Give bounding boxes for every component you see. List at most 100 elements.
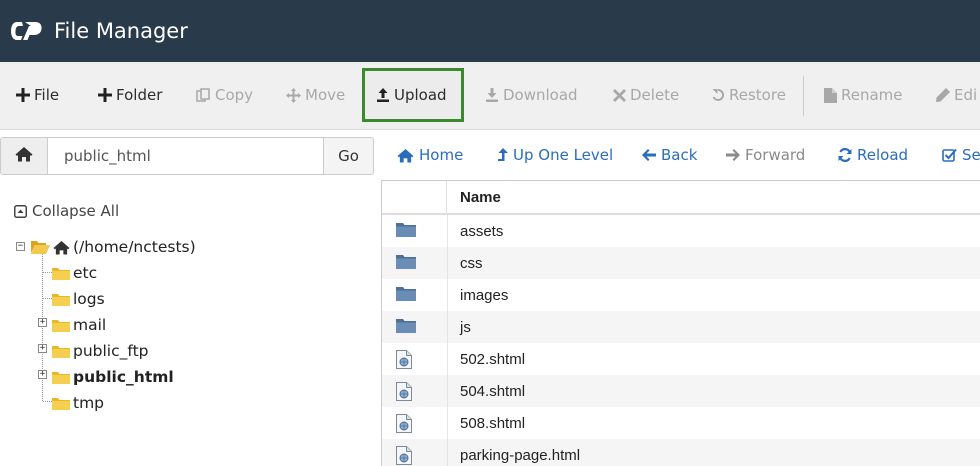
folder-icon (52, 397, 70, 410)
cpanel-logo-icon[interactable] (10, 19, 44, 43)
plus-icon (98, 88, 112, 102)
web-file-icon (396, 350, 412, 369)
name-column-header[interactable]: Name (460, 189, 501, 206)
table-row[interactable]: 508.shtml (382, 407, 980, 439)
tree-item-etc[interactable]: etc (52, 260, 97, 286)
new-folder-label: Folder (116, 86, 163, 104)
table-row[interactable]: 502.shtml (382, 343, 980, 375)
file-name: parking-page.html (460, 447, 581, 464)
checkbox-checked-icon (942, 148, 957, 162)
folder-icon (396, 222, 416, 237)
tree-collapse-toggle[interactable]: − (16, 242, 25, 251)
new-file-button[interactable]: File (16, 78, 59, 112)
copy-icon (196, 87, 211, 103)
web-file-icon (396, 382, 412, 401)
forward-label: Forward (745, 146, 806, 164)
home-icon (15, 146, 33, 167)
back-button[interactable]: Back (642, 146, 697, 164)
table-row[interactable]: css (382, 247, 980, 279)
tree-expand-toggle[interactable]: + (38, 318, 47, 327)
table-row[interactable]: 504.shtml (382, 375, 980, 407)
back-label: Back (661, 146, 698, 164)
toolbar: File Folder Copy Move Upload Download De… (0, 62, 980, 130)
column-divider (447, 407, 448, 439)
file-name: css (460, 255, 483, 272)
tree-item-label: etc (73, 264, 98, 282)
copy-button[interactable]: Copy (196, 78, 253, 112)
upload-button[interactable]: Upload (362, 68, 464, 122)
home-icon (397, 148, 414, 163)
tree-expand-toggle[interactable]: + (38, 344, 47, 353)
collapse-all-label: Collapse All (32, 202, 120, 220)
edit-label: Edi (954, 86, 978, 104)
tree-root[interactable]: (/home/nctests) (31, 234, 196, 260)
tree-expand-toggle[interactable]: + (38, 370, 47, 379)
table-row[interactable]: assets (382, 215, 980, 247)
web-file-icon (396, 414, 412, 433)
folder-icon (52, 345, 70, 358)
tree-item-tmp[interactable]: tmp (52, 390, 104, 416)
arrow-left-icon (642, 149, 656, 161)
path-input[interactable] (47, 137, 324, 175)
upload-icon (376, 88, 390, 102)
new-folder-button[interactable]: Folder (98, 78, 162, 112)
file-name: 508.shtml (460, 415, 526, 432)
file-name: 502.shtml (460, 351, 526, 368)
undo-icon (711, 88, 725, 102)
column-divider (447, 247, 448, 279)
folder-tree: − (/home/nctests) etc logs + mail + publ… (0, 232, 370, 422)
toolbar-divider (803, 76, 804, 116)
tree-item-logs[interactable]: logs (52, 286, 105, 312)
tree-item-public-html[interactable]: public_html (52, 364, 174, 390)
download-label: Download (503, 86, 578, 104)
reload-label: Reload (857, 146, 909, 164)
restore-label: Restore (729, 86, 786, 104)
nav-home-button[interactable]: Home (397, 146, 463, 164)
move-label: Move (305, 86, 346, 104)
reload-button[interactable]: Reload (838, 146, 908, 164)
table-row[interactable]: parking-page.html (382, 439, 980, 466)
web-file-icon (396, 446, 412, 465)
file-name: images (460, 287, 509, 304)
close-x-icon (613, 88, 626, 102)
upload-label: Upload (394, 86, 447, 104)
select-all-button[interactable]: Sel (942, 146, 980, 164)
table-row[interactable]: images (382, 279, 980, 311)
column-divider (447, 279, 448, 311)
folder-icon (396, 318, 416, 333)
rename-button[interactable]: Rename (824, 78, 903, 112)
new-file-label: File (34, 86, 60, 104)
pencil-icon (936, 88, 950, 102)
up-one-level-label: Up One Level (513, 146, 614, 164)
folder-icon (52, 293, 70, 306)
home-icon (53, 240, 70, 255)
tree-item-label: logs (73, 290, 105, 308)
download-button[interactable]: Download (485, 78, 578, 112)
path-home-button[interactable] (0, 137, 48, 175)
up-one-level-button[interactable]: Up One Level (497, 146, 613, 164)
forward-button[interactable]: Forward (726, 146, 805, 164)
table-header: Name (382, 181, 980, 215)
collapse-all-button[interactable]: Collapse All (14, 202, 119, 220)
move-arrows-icon (286, 87, 301, 103)
file-name: assets (460, 223, 504, 240)
column-divider (447, 439, 448, 466)
folder-icon (396, 286, 416, 301)
table-row[interactable]: js (382, 311, 980, 343)
delete-button[interactable]: Delete (613, 78, 679, 112)
tree-item-mail[interactable]: mail (52, 312, 106, 338)
go-button[interactable]: Go (323, 137, 374, 175)
move-button[interactable]: Move (286, 78, 345, 112)
restore-button[interactable]: Restore (711, 78, 786, 112)
file-name: 504.shtml (460, 383, 526, 400)
copy-label: Copy (215, 86, 254, 104)
tree-item-public-ftp[interactable]: public_ftp (52, 338, 149, 364)
nav-home-label: Home (419, 146, 464, 164)
tree-item-label: tmp (73, 394, 105, 412)
tree-connector (43, 272, 52, 273)
edit-button[interactable]: Edi (936, 78, 977, 112)
folder-icon (52, 319, 70, 332)
column-divider (447, 375, 448, 407)
select-all-label: Sel (962, 146, 980, 164)
minus-square-icon (14, 204, 27, 218)
